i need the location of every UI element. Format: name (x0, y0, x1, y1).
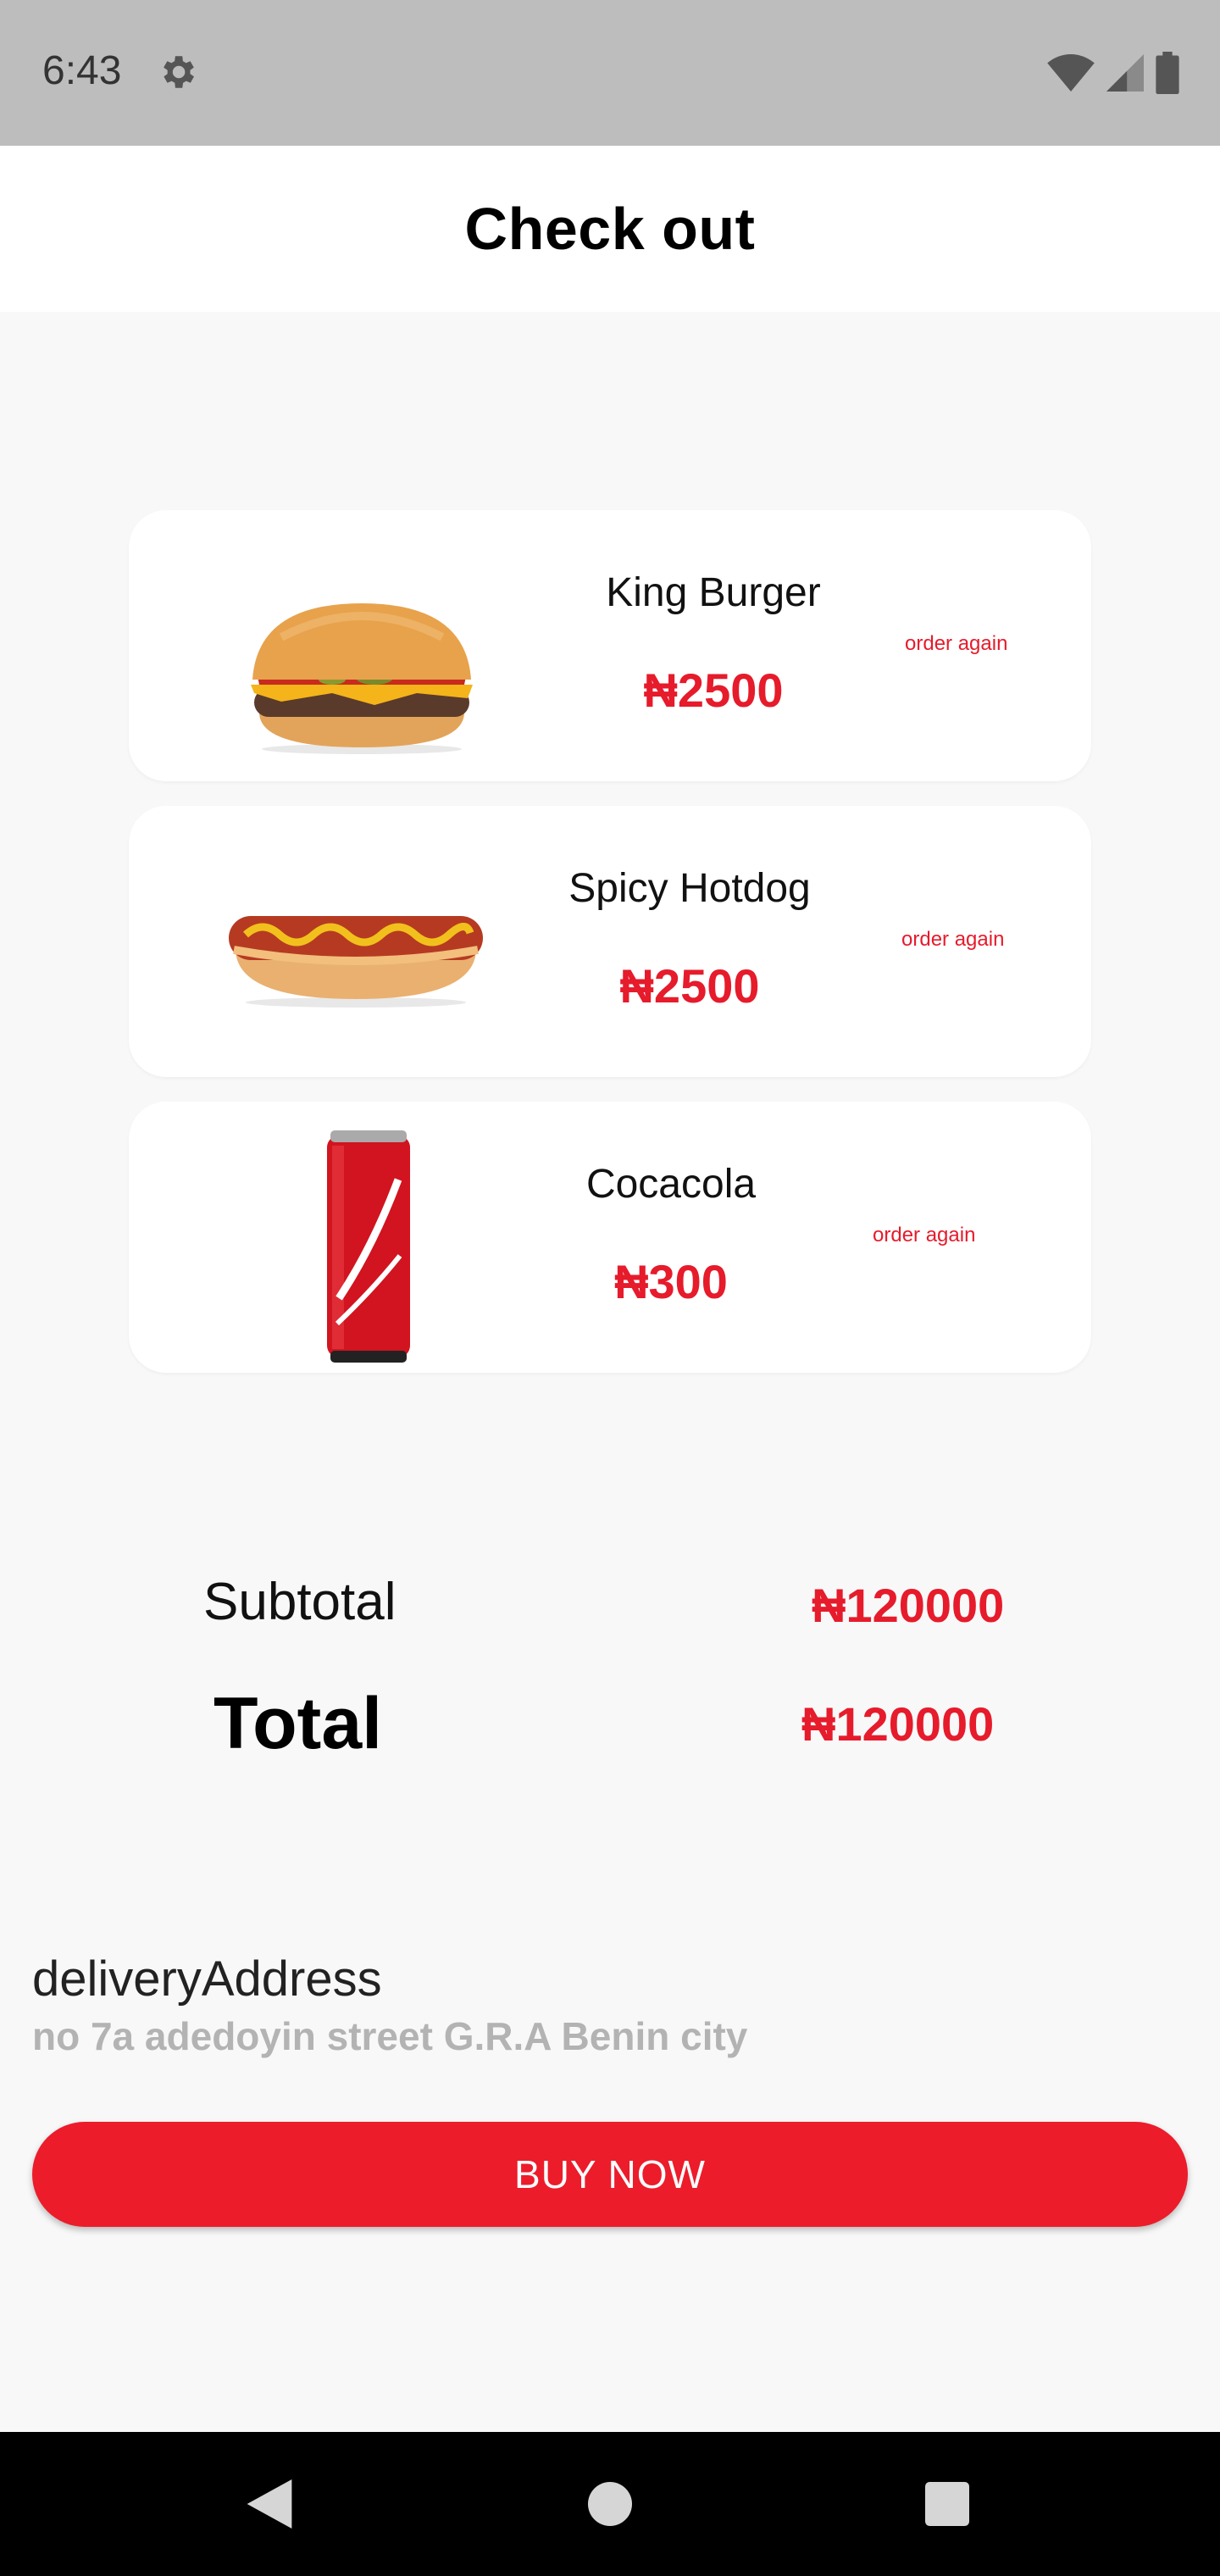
home-button[interactable] (525, 2432, 695, 2576)
item-price: ₦300 (614, 1255, 728, 1308)
hotdog-image (229, 916, 483, 1008)
back-button[interactable] (185, 2432, 354, 2576)
recents-button[interactable] (862, 2432, 1032, 2576)
buy-now-button[interactable]: BUY NOW (32, 2122, 1188, 2227)
gear-icon (164, 56, 194, 88)
item-name: Spicy Hotdog (568, 866, 811, 911)
cart-item-card[interactable]: King Burger ₦2500 order again (129, 510, 1091, 781)
status-icons (1047, 51, 1179, 95)
cart-item-card[interactable]: Spicy Hotdog ₦2500 order again (129, 806, 1091, 1077)
burger-image (251, 603, 473, 754)
back-icon (247, 2479, 292, 2529)
total-value: ₦120000 (801, 1697, 995, 1751)
item-price: ₦2500 (619, 959, 760, 1013)
recents-icon (925, 2482, 969, 2526)
item-price: ₦2500 (643, 663, 784, 717)
page-title: Check out (464, 196, 756, 262)
system-nav-bar (0, 2432, 1220, 2576)
order-again-link[interactable]: order again (873, 1224, 975, 1247)
total-label: Total (214, 1683, 383, 1764)
subtotal-label: Subtotal (203, 1573, 396, 1631)
item-name: King Burger (606, 570, 821, 615)
subtotal-value: ₦120000 (812, 1579, 1005, 1632)
battery-icon (1156, 52, 1179, 94)
signal-icon (1106, 54, 1144, 92)
status-bar: 6:43 (0, 0, 1220, 146)
cart-item-card[interactable]: Cocacola ₦300 order again (129, 1102, 1091, 1373)
delivery-address-label: deliveryAddress (32, 1951, 382, 2007)
cola-can-image (327, 1130, 410, 1363)
order-again-link[interactable]: order again (901, 928, 1004, 952)
wifi-icon (1047, 54, 1095, 92)
app-bar: Check out (0, 146, 1220, 312)
delivery-address-value: no 7a adedoyin street G.R.A Benin city (32, 2014, 748, 2058)
order-again-link[interactable]: order again (905, 632, 1007, 656)
item-name: Cocacola (585, 1162, 757, 1207)
home-icon (588, 2482, 632, 2526)
status-time: 6:43 (42, 48, 122, 93)
